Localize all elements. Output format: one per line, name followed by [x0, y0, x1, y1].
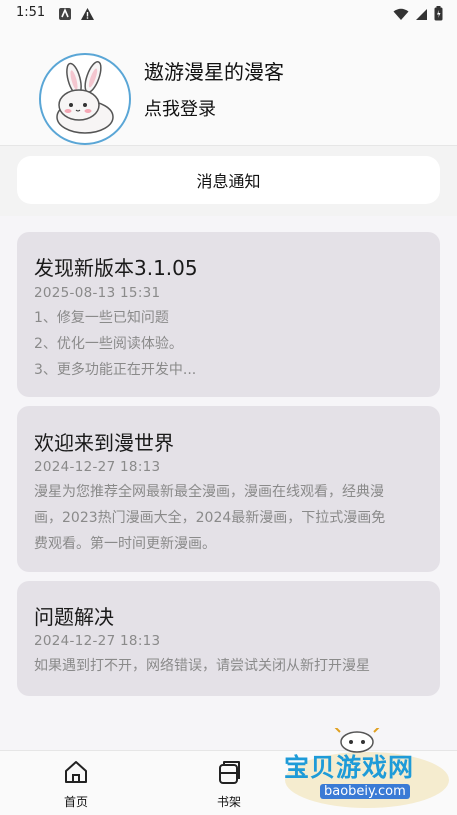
notice-card[interactable]: 发现新版本3.1.05 2025-08-13 15:31 1、修复一些已知问题 …	[17, 232, 440, 397]
warning-icon	[80, 6, 95, 25]
notice-line: 3、更多功能正在开发中...	[34, 362, 197, 378]
bookshelf-icon	[219, 761, 240, 784]
nav-home[interactable]: 首页	[46, 759, 106, 810]
notice-line: 漫星为您推荐全网最新最全漫画，漫画在线观看，经典漫	[34, 484, 384, 500]
signal-icon	[415, 6, 428, 25]
notice-title: 发现新版本3.1.05	[34, 256, 198, 280]
home-icon	[65, 761, 87, 783]
notice-body: 1、修复一些已知问题 2、优化一些阅读体验。 3、更多功能正在开发中...	[34, 305, 426, 383]
status-time: 1:51	[16, 5, 46, 20]
wifi-icon	[393, 6, 409, 25]
notice-date: 2025-08-13 15:31	[34, 285, 161, 301]
profile-header: 遨游漫星的漫客 点我登录	[0, 28, 457, 146]
notice-line: 费观看。第一时间更新漫画。	[34, 536, 216, 552]
notice-title: 欢迎来到漫世界	[34, 431, 174, 455]
watermark-url: baobeiy.com	[320, 784, 410, 799]
app-notification-icon	[58, 6, 72, 25]
notice-title: 问题解决	[34, 605, 114, 629]
notice-line: 2、优化一些阅读体验。	[34, 336, 183, 352]
nav-home-label: 首页	[63, 795, 88, 809]
notice-line: 画，2023热门漫画大全，2024最新漫画，下拉式漫画免	[34, 510, 386, 526]
battery-icon	[434, 6, 443, 25]
notices-title-label: 消息通知	[196, 172, 261, 191]
avatar[interactable]	[39, 53, 131, 145]
notice-card[interactable]: 欢迎来到漫世界 2024-12-27 18:13 漫星为您推荐全网最新最全漫画，…	[17, 406, 440, 572]
notice-body: 漫星为您推荐全网最新最全漫画，漫画在线观看，经典漫 画，2023热门漫画大全，2…	[34, 479, 426, 557]
notice-date: 2024-12-27 18:13	[34, 459, 161, 475]
nav-bookshelf[interactable]: 书架	[199, 759, 259, 810]
status-bar: 1:51	[0, 0, 457, 28]
notice-line: 如果遇到打不开，网络错误，请尝试关闭从新打开漫星	[34, 658, 370, 674]
notice-line: 1、修复一些已知问题	[34, 310, 169, 326]
rabbit-avatar-icon	[56, 61, 114, 134]
notice-date: 2024-12-27 18:13	[34, 633, 161, 649]
notice-card[interactable]: 问题解决 2024-12-27 18:13 如果遇到打不开，网络错误，请尝试关闭…	[17, 581, 440, 696]
user-name: 遨游漫星的漫客	[144, 60, 284, 84]
login-link[interactable]: 点我登录	[144, 95, 216, 121]
nav-bookshelf-label: 书架	[216, 795, 241, 809]
watermark: 宝贝游戏网 baobeiy.com	[282, 728, 452, 810]
notices-title: 消息通知	[17, 156, 440, 204]
watermark-brand: 宝贝游戏网	[284, 753, 415, 782]
notice-body: 如果遇到打不开，网络错误，请尝试关闭从新打开漫星	[34, 653, 426, 679]
